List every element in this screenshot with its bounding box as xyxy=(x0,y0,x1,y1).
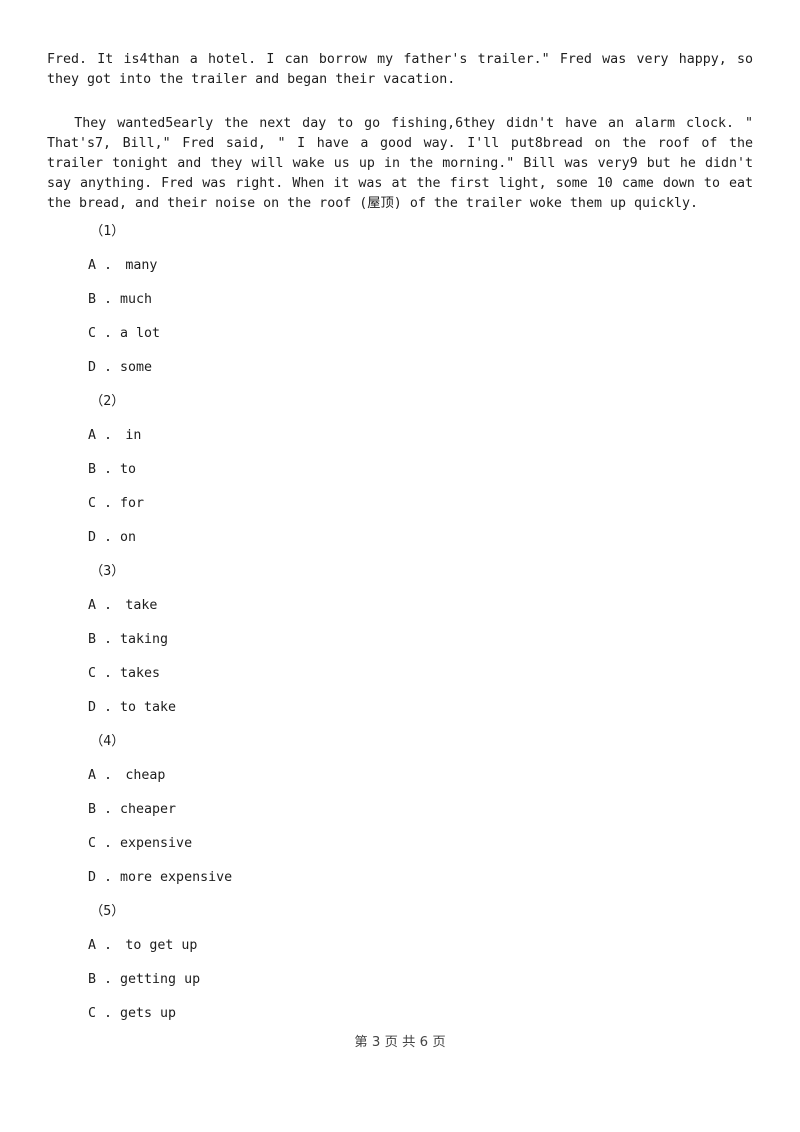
question-5-option-a[interactable]: A . to get up xyxy=(47,936,753,956)
question-1-option-c[interactable]: C . a lot xyxy=(47,324,753,344)
question-3-option-b[interactable]: B . taking xyxy=(47,630,753,650)
question-3-option-d[interactable]: D . to take xyxy=(47,698,753,718)
question-item-3: （3） A . take B . taking C . takes D . to… xyxy=(47,562,753,718)
question-number-1: （1） xyxy=(90,224,125,239)
question-item-2: （2） A . in B . to C . for D . on xyxy=(47,392,753,548)
question-4-option-d[interactable]: D . more expensive xyxy=(47,868,753,888)
question-5-option-b[interactable]: B . getting up xyxy=(47,970,753,990)
question-2-option-d[interactable]: D . on xyxy=(47,528,753,548)
question-1-option-a[interactable]: A . many xyxy=(47,256,753,276)
question-1-option-b[interactable]: B . much xyxy=(47,290,753,310)
question-number-2: （2） xyxy=(90,394,125,409)
question-number-3: （3） xyxy=(90,564,125,579)
question-4-option-a[interactable]: A . cheap xyxy=(47,766,753,786)
question-5-option-c[interactable]: C . gets up xyxy=(47,1004,753,1024)
question-4-option-b[interactable]: B . cheaper xyxy=(47,800,753,820)
question-item-5: （5） A . to get up B . getting up C . get… xyxy=(47,902,753,1024)
question-item-4: （4） A . cheap B . cheaper C . expensive … xyxy=(47,732,753,888)
question-2-option-a[interactable]: A . in xyxy=(47,426,753,446)
question-number-4: （4） xyxy=(90,734,125,749)
page-footer: 第 3 页 共 6 页 xyxy=(354,1035,446,1050)
question-item-1: （1） A . many B . much C . a lot D . some xyxy=(47,222,753,378)
question-4-option-c[interactable]: C . expensive xyxy=(47,834,753,854)
question-3-option-c[interactable]: C . takes xyxy=(47,664,753,684)
question-3-option-a[interactable]: A . take xyxy=(47,596,753,616)
passage-paragraph-2: They wanted5early the next day to go fis… xyxy=(47,116,753,211)
question-number-5: （5） xyxy=(90,904,125,919)
passage-body: Fred. It is4than a hotel. I can borrow m… xyxy=(47,50,753,214)
question-2-option-c[interactable]: C . for xyxy=(47,494,753,514)
question-1-option-d[interactable]: D . some xyxy=(47,358,753,378)
passage-paragraph-1: Fred. It is4than a hotel. I can borrow m… xyxy=(47,52,753,87)
question-list: （1） A . many B . much C . a lot D . some… xyxy=(47,222,753,1038)
document-page: Fred. It is4than a hotel. I can borrow m… xyxy=(0,0,800,1132)
question-2-option-b[interactable]: B . to xyxy=(47,460,753,480)
